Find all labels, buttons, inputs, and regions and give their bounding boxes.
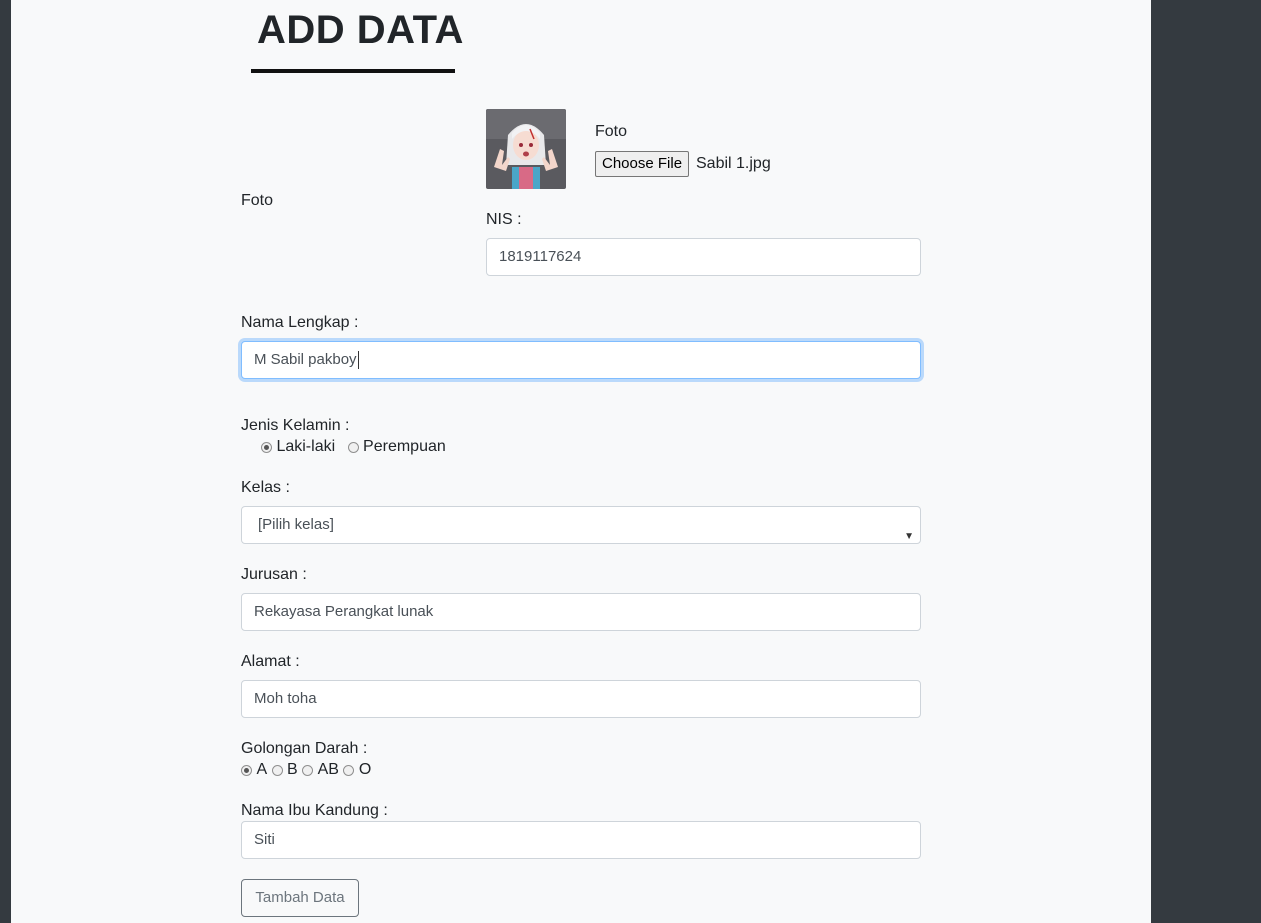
golongan-darah-label: Golongan Darah : [241, 740, 368, 757]
nis-value: 1819117624 [499, 248, 582, 265]
radio-golongan-a[interactable] [241, 764, 252, 776]
radio-perempuan[interactable] [347, 441, 359, 453]
left-dark-strip [0, 0, 11, 923]
ibu-value: Siti [254, 831, 275, 848]
nama-label: Nama Lengkap : [241, 314, 359, 331]
alamat-input[interactable]: Moh toha [241, 680, 921, 718]
alamat-value: Moh toha [254, 690, 317, 707]
nama-input[interactable]: M Sabil pakboy [241, 341, 921, 379]
title-underline [251, 69, 455, 73]
nis-label: NIS : [486, 211, 522, 228]
tambah-data-button[interactable]: Tambah Data [241, 879, 359, 917]
ibu-input[interactable]: Siti [241, 821, 921, 859]
kelas-label: Kelas : [241, 479, 290, 496]
choose-file-button[interactable]: Choose File [595, 151, 690, 177]
kelas-selected-value: [Pilih kelas] [258, 516, 334, 533]
radio-golongan-ab[interactable] [302, 764, 314, 776]
nis-input[interactable]: 1819117624 [486, 238, 921, 276]
radio-golongan-o-label: O [358, 761, 372, 778]
radio-golongan-a-label: A [256, 761, 268, 778]
foto-label: Foto [241, 192, 274, 209]
jurusan-label: Jurusan : [241, 566, 307, 583]
text-caret [357, 351, 359, 370]
alamat-label: Alamat : [241, 653, 300, 670]
page-title: ADD DATA [257, 8, 464, 52]
jurusan-value: Rekayasa Perangkat lunak [254, 603, 434, 620]
radio-golongan-b-label: B [287, 761, 298, 778]
radio-golongan-b[interactable] [271, 764, 283, 776]
radio-perempuan-label: Perempuan [363, 438, 446, 455]
jurusan-input[interactable]: Rekayasa Perangkat lunak [241, 593, 921, 631]
radio-laki-laki[interactable] [261, 441, 272, 453]
foto-upload-label: Foto [595, 123, 628, 140]
kelas-select[interactable]: [Pilih kelas] ▼ [241, 506, 921, 544]
radio-laki-laki-label: Laki-laki [276, 438, 336, 455]
jenis-kelamin-group: Laki-laki Perempuan [261, 438, 446, 456]
golongan-darah-group: A B AB O [241, 761, 371, 779]
radio-golongan-o[interactable] [343, 764, 355, 776]
main-content: ADD DATA Foto Foto Choose File Sabil 1.j… [11, 0, 1151, 923]
right-dark-panel [1151, 0, 1261, 923]
profile-photo [486, 109, 566, 189]
ibu-label: Nama Ibu Kandung : [241, 802, 388, 819]
nama-value: M Sabil pakboy [254, 351, 357, 368]
jenis-kelamin-label: Jenis Kelamin : [241, 417, 350, 434]
selected-file-name: Sabil 1.jpg [696, 155, 771, 172]
chevron-down-icon: ▼ [904, 531, 914, 542]
radio-golongan-ab-label: AB [317, 761, 339, 778]
